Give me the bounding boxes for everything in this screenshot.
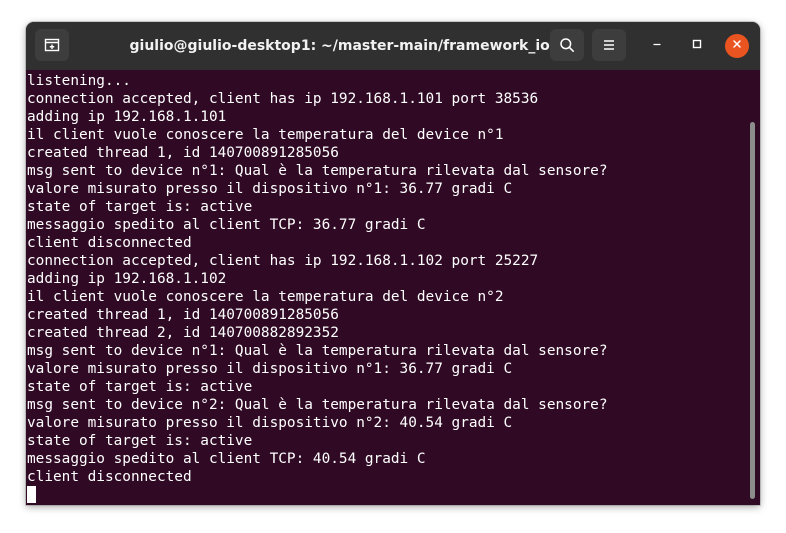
terminal-line: messaggio spedito al client TCP: 40.54 g… <box>27 451 426 467</box>
terminal-line: connection accepted, client has ip 192.1… <box>27 253 539 269</box>
terminal-line: client disconnected <box>27 235 192 251</box>
window-title: giulio@giulio-desktop1: ~/master-main/fr… <box>129 38 557 54</box>
menu-button[interactable] <box>592 29 626 61</box>
terminal-line: valore misurato presso il dispositivo n°… <box>27 415 513 431</box>
maximize-icon <box>691 37 703 55</box>
terminal-line: created thread 2, id 140700882892352 <box>27 325 339 341</box>
terminal-line: state of target is: active <box>27 199 253 215</box>
terminal-line: msg sent to device n°1: Qual è la temper… <box>27 163 608 179</box>
hamburger-menu-icon <box>601 37 617 53</box>
terminal-line: listening... <box>27 73 131 89</box>
terminal-lines: listening... connection accepted, client… <box>27 72 607 504</box>
terminal-line: state of target is: active <box>27 379 253 395</box>
terminal-line: msg sent to device n°1: Qual è la temper… <box>27 343 608 359</box>
title-bar[interactable]: giulio@giulio-desktop1: ~/master-main/fr… <box>26 22 760 70</box>
terminal-line: client disconnected <box>27 469 192 485</box>
terminal-prompt-line <box>27 486 607 504</box>
terminal-line: state of target is: active <box>27 433 253 449</box>
terminal-line: created thread 1, id 140700891285056 <box>27 145 339 161</box>
terminal-line: messaggio spedito al client TCP: 36.77 g… <box>27 217 426 233</box>
new-tab-icon <box>44 37 60 53</box>
terminal-cursor <box>27 486 36 503</box>
terminal-output[interactable]: listening... connection accepted, client… <box>26 70 760 505</box>
terminal-line: created thread 1, id 140700891285056 <box>27 307 339 323</box>
search-button[interactable] <box>550 29 584 61</box>
terminal-line: adding ip 192.168.1.101 <box>27 109 227 125</box>
terminal-line: connection accepted, client has ip 192.1… <box>27 91 539 107</box>
terminal-window: giulio@giulio-desktop1: ~/master-main/fr… <box>26 22 760 505</box>
terminal-line: adding ip 192.168.1.102 <box>27 271 227 287</box>
minimize-button[interactable] <box>645 34 669 58</box>
minimize-icon <box>651 37 663 55</box>
terminal-line: valore misurato presso il dispositivo n°… <box>27 181 513 197</box>
close-icon <box>731 37 743 55</box>
close-button[interactable] <box>725 34 749 58</box>
terminal-line: il client vuole conoscere la temperatura… <box>27 289 504 305</box>
terminal-line: valore misurato presso il dispositivo n°… <box>27 361 513 377</box>
search-icon <box>559 37 575 53</box>
terminal-line: msg sent to device n°2: Qual è la temper… <box>27 397 608 413</box>
maximize-button[interactable] <box>685 34 709 58</box>
scrollbar-thumb[interactable] <box>750 122 755 499</box>
terminal-line: il client vuole conoscere la temperatura… <box>27 127 504 143</box>
new-tab-button[interactable] <box>35 29 69 61</box>
